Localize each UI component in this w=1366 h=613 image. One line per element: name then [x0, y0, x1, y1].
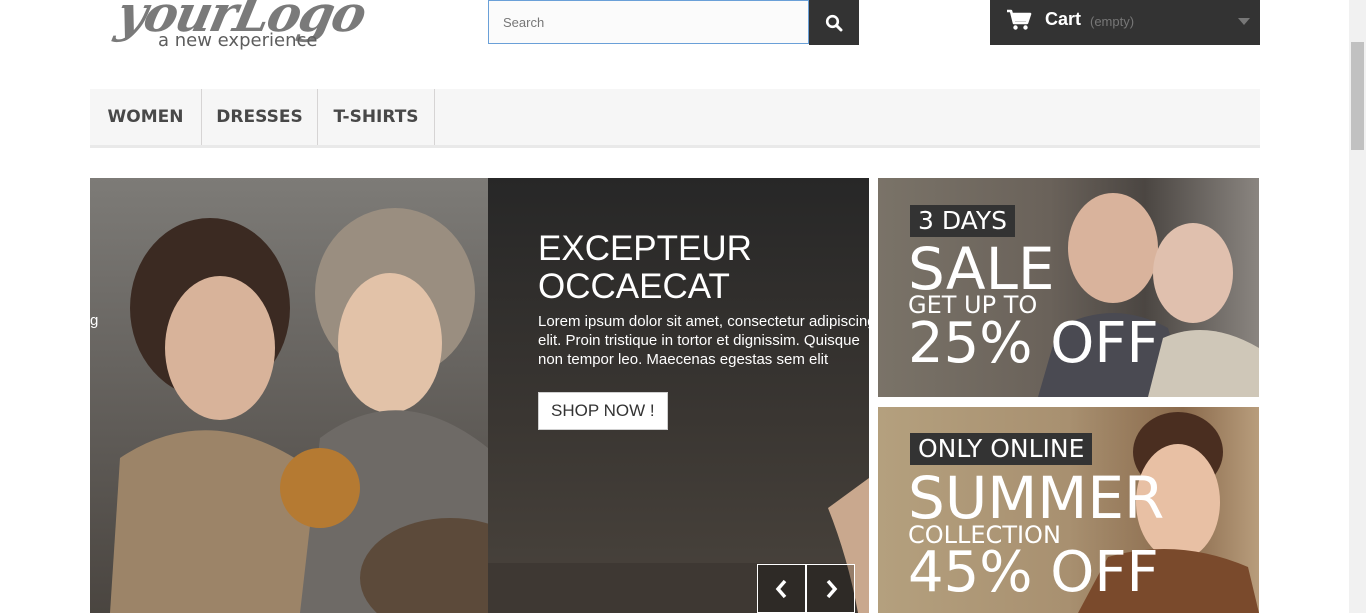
previous-slide-edge-text: g	[90, 312, 99, 329]
magnifier-icon	[825, 14, 843, 31]
site-logo[interactable]: yourLogo a new experience	[112, 0, 398, 54]
logo-tagline: a new experience	[158, 30, 318, 51]
search-bar	[488, 0, 859, 45]
menu-item-tshirts[interactable]: T-SHIRTS	[318, 89, 435, 145]
chevron-right-icon	[826, 579, 837, 598]
slide-title: EXCEPTEUR OCCAECAT	[538, 230, 868, 306]
menu-item-women[interactable]: WOMEN	[90, 89, 202, 145]
menu-item-label: WOMEN	[107, 107, 184, 127]
slide-title-line: EXCEPTEUR	[538, 229, 752, 268]
chevron-left-icon	[775, 579, 786, 598]
slide-text-line: non tempor leo. Maecenas egestas sem eli…	[538, 351, 829, 368]
banner-discount: 25% OFF	[908, 311, 1159, 376]
main-menu: WOMEN DRESSES T-SHIRTS	[90, 89, 1260, 148]
search-button[interactable]	[809, 0, 859, 45]
homepage-slider: g EXCEPTEUR OCCAECAT Lorem ipsum dolor s…	[90, 178, 869, 613]
banner-tag: ONLY ONLINE	[910, 433, 1093, 465]
promo-banner-sale[interactable]: 3 DAYS SALE GET UP TO 25% OFF	[878, 178, 1259, 397]
banner-headline: SUMMER	[908, 464, 1165, 532]
scrollbar-thumb[interactable]	[1351, 42, 1364, 150]
promo-banner-summer[interactable]: ONLY ONLINE SUMMER COLLECTION 45% OFF	[878, 407, 1259, 613]
slider-prev-button[interactable]	[757, 564, 806, 613]
slide-text-line: Lorem ipsum dolor sit amet, consectetur …	[538, 313, 869, 330]
menu-item-label: DRESSES	[216, 107, 303, 127]
slide-text-line: elit. Proin tristique in tortor et digni…	[538, 332, 860, 349]
shopping-cart-icon	[1007, 9, 1032, 30]
slider-next-button[interactable]	[806, 564, 855, 613]
shop-now-button[interactable]: SHOP NOW !	[538, 392, 668, 430]
slide-description: Lorem ipsum dolor sit amet, consectetur …	[538, 312, 869, 369]
cart-block[interactable]: Cart (empty)	[990, 0, 1260, 45]
menu-item-label: T-SHIRTS	[333, 107, 419, 127]
search-input[interactable]	[488, 0, 809, 44]
banner-discount: 45% OFF	[908, 540, 1159, 605]
banner-tag: 3 DAYS	[910, 205, 1015, 237]
cart-label: Cart	[1045, 9, 1082, 29]
slide-photo	[90, 178, 540, 613]
chevron-down-icon[interactable]	[1238, 18, 1250, 25]
women-in-scarves-image	[110, 208, 540, 613]
page-scrollbar[interactable]	[1349, 0, 1366, 613]
slide-title-line: OCCAECAT	[538, 267, 730, 306]
cart-status: (empty)	[1090, 14, 1135, 29]
menu-item-dresses[interactable]: DRESSES	[202, 89, 318, 145]
banner-headline: SALE	[908, 235, 1055, 303]
